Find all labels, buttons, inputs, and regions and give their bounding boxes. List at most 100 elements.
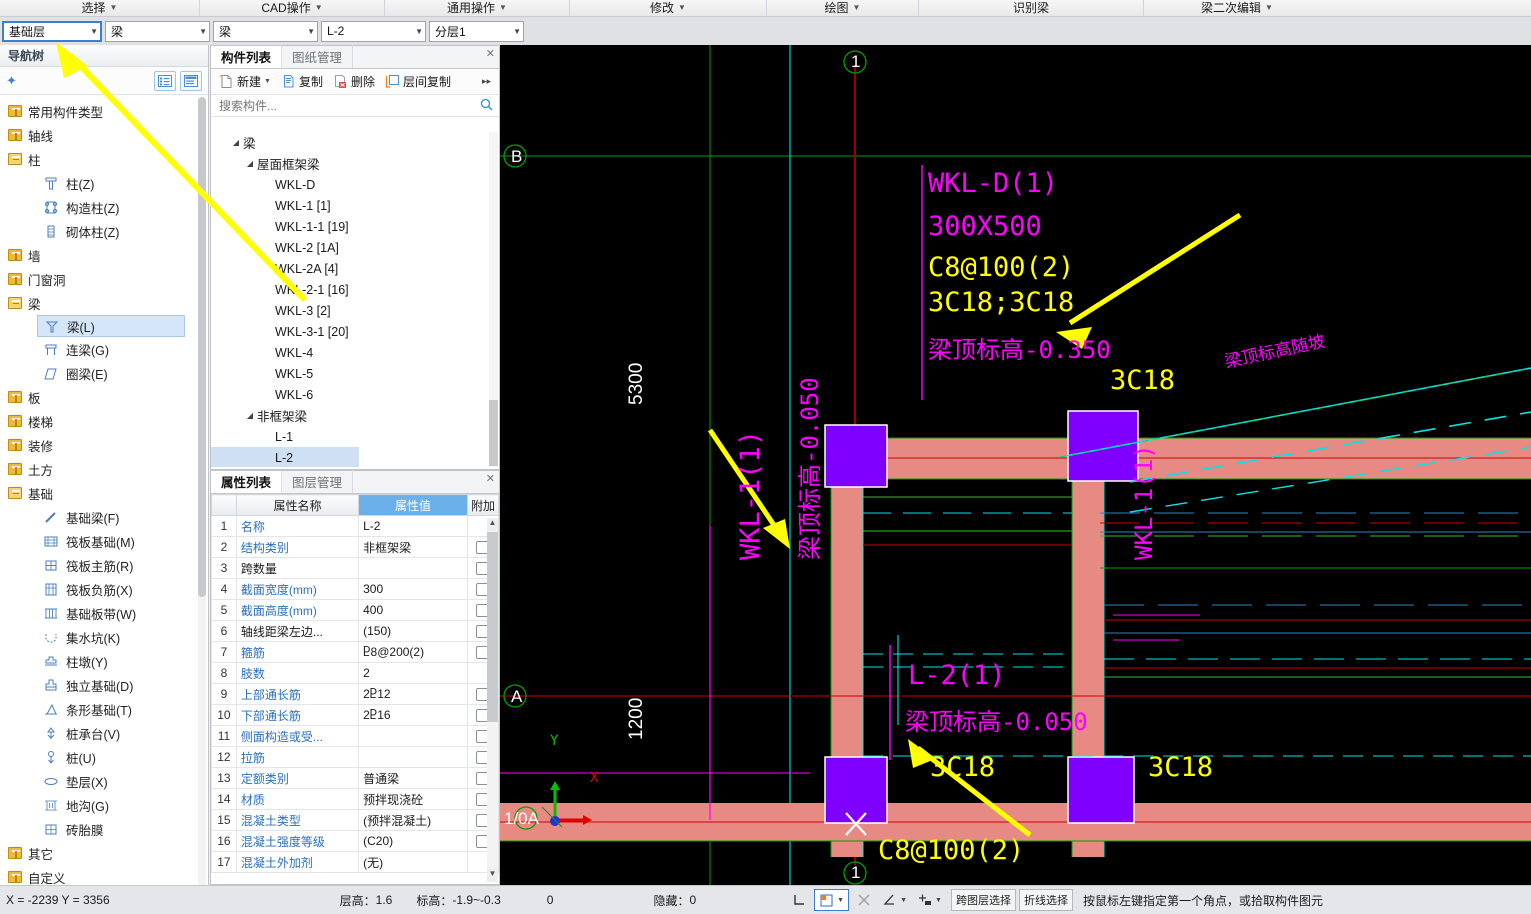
property-value[interactable]: 普通梁 [358,767,468,789]
property-value[interactable]: (C20) [358,830,468,852]
component-item[interactable]: WKL-2 [1A] [211,237,499,258]
component-item[interactable]: WKL-1-1 [19] [211,216,499,237]
sidebar-item-4[interactable]: 构造柱(Z) [0,195,208,219]
type-selector[interactable]: 梁 ▼ [213,20,318,42]
property-row[interactable]: 2 结构类别 非框架梁 [211,536,500,558]
sidebar-item-7[interactable]: 门窗洞 [0,267,208,291]
property-row[interactable]: 12 拉筋 [211,746,500,768]
menu-item-beam-secondary-edit[interactable]: 梁二次编辑 ▼ [1144,0,1330,16]
component-item[interactable]: WKL-2-1 [16] [211,279,499,300]
sidebar-item-0[interactable]: 常用构件类型 [0,99,208,123]
component-item[interactable]: WKL-3 [2] [211,300,499,321]
sidebar-item-18[interactable]: 筏板基础(M) [0,529,208,553]
property-row[interactable]: 6 轴线距梁左边... (150) [211,620,500,642]
property-row[interactable]: 4 截面宽度(mm) 300 [211,578,500,600]
menu-item-select[interactable]: 选择 ▼ [0,0,200,16]
sidebar-item-25[interactable]: 条形基础(T) [0,697,208,721]
sidebar-item-31[interactable]: 其它 [0,841,208,865]
menu-item-general-operation[interactable]: 通用操作 ▼ [385,0,570,16]
property-row[interactable]: 14 材质 预拌现浇砼 [211,788,500,810]
nav-scrollbar[interactable] [198,97,206,887]
component-item[interactable]: L-1 [211,426,499,447]
sidebar-item-26[interactable]: 桩承台(V) [0,721,208,745]
sidebar-item-30[interactable]: 砖胎膜 [0,817,208,841]
inter-floor-copy-button[interactable]: 层间复制 [381,71,455,92]
property-value[interactable]: 2 [358,662,468,684]
chevron-down-icon[interactable]: ▼ [264,78,271,85]
offset-button[interactable]: ▼ [914,889,945,911]
property-value[interactable]: (预拌混凝土) [358,809,468,831]
component-selector[interactable]: L-2 ▼ [321,20,426,42]
expand-triangle-icon[interactable]: ◢ [243,411,257,420]
property-value[interactable]: (150) [358,620,468,642]
property-row[interactable]: 13 定额类别 普通梁 [211,767,500,789]
detail-view-icon[interactable] [180,70,202,91]
component-search-bar[interactable] [211,95,499,117]
nav-scrollbar-thumb[interactable] [198,97,206,597]
sidebar-item-5[interactable]: 砌体柱(Z) [0,219,208,243]
component-group[interactable]: ◢ 屋面框架梁 [211,153,499,174]
property-value[interactable]: 非框架梁 [358,536,468,558]
menu-item-modify[interactable]: 修改 ▼ [570,0,767,16]
menu-item-identify-beam[interactable]: 识别梁 [919,0,1144,16]
expand-triangle-icon[interactable]: ◢ [229,138,243,147]
copy-component-button[interactable]: 复制 [277,71,327,92]
sidebar-item-6[interactable]: 墙 [0,243,208,267]
property-value[interactable]: 300 [358,578,468,600]
sidebar-item-10[interactable]: 连梁(G) [0,337,208,361]
sidebar-item-32[interactable]: 自定义 [0,865,208,885]
property-value[interactable]: 400 [358,599,468,621]
component-item[interactable]: WKL-D [211,174,499,195]
chevron-down-icon[interactable]: ▼ [933,897,942,904]
sidebar-item-9[interactable]: 梁(L) [37,315,185,337]
sidebar-item-29[interactable]: 地沟(G) [0,793,208,817]
cross-layer-select-button[interactable]: 跨图层选择 [950,889,1016,911]
intersect-button[interactable] [853,889,875,911]
property-value[interactable]: L-2 [358,515,468,537]
more-toolbar-button[interactable]: ▸▸ [478,74,495,89]
component-group[interactable]: ◢ 非框架梁 [211,405,499,426]
property-value[interactable] [358,725,468,747]
property-value[interactable]: 预拌现浇砼 [358,788,468,810]
ortho-button[interactable] [788,889,810,911]
polyline-select-button[interactable]: 折线选择 [1018,889,1073,911]
search-icon[interactable] [480,98,493,114]
sidebar-item-22[interactable]: 集水坑(K) [0,625,208,649]
sidebar-item-12[interactable]: 板 [0,385,208,409]
close-icon[interactable]: ✕ [486,472,495,485]
property-value[interactable]: 2Ⴒ16 [358,704,468,726]
sidebar-item-14[interactable]: 装修 [0,433,208,457]
properties-scrollbar[interactable]: ▲ ▼ [487,518,498,882]
component-item[interactable]: WKL-5 [211,363,499,384]
scroll-up-icon[interactable]: ▲ [487,518,498,531]
sidebar-item-21[interactable]: 基础板带(W) [0,601,208,625]
property-row[interactable]: 8 肢数 2 [211,662,500,684]
property-row[interactable]: 9 上部通长筋 2Ⴒ12 [211,683,500,705]
chevron-down-icon[interactable]: ▼ [834,897,844,904]
component-list-scrollbar[interactable] [489,132,498,467]
sidebar-item-19[interactable]: 筏板主筋(R) [0,553,208,577]
sidebar-item-17[interactable]: 基础梁(F) [0,505,208,529]
component-item[interactable]: WKL-6 [211,384,499,405]
sidebar-item-28[interactable]: 垫层(X) [0,769,208,793]
property-value[interactable]: 2Ⴒ12 [358,683,468,705]
magic-wand-icon[interactable]: ✦ [6,73,17,89]
navigation-tree[interactable]: 常用构件类型 轴线柱柱(Z) 构造柱(Z) 砌体柱(Z) 墙门窗洞梁梁(L) 连梁(G) 圈… [0,96,208,885]
cad-drawing-canvas[interactable]: WKL-D(1) 300X500 C8@100(2) 3C18;3C18 梁顶标高-0.… [500,45,1531,885]
property-row[interactable]: 3 跨数量 [211,557,500,579]
tab-layer-management[interactable]: 图层管理 [282,470,354,493]
sidebar-item-3[interactable]: 柱(Z) [0,171,208,195]
property-row[interactable]: 5 截面高度(mm) 400 [211,599,500,621]
properties-scrollbar-thumb[interactable] [487,532,498,722]
sidebar-item-20[interactable]: 筏板负筋(X) [0,577,208,601]
list-view-icon[interactable] [154,70,176,91]
top-menu-bar[interactable]: 选择 ▼ CAD操作 ▼ 通用操作 ▼ 修改 ▼ 绘图 ▼ 识别梁 梁二次编辑 … [0,0,1531,17]
sidebar-item-1[interactable]: 轴线 [0,123,208,147]
menu-item-draw[interactable]: 绘图 ▼ [767,0,919,16]
property-row[interactable]: 1 名称 L-2 [211,515,500,537]
scroll-down-icon[interactable]: ▼ [487,869,498,882]
sidebar-item-13[interactable]: 楼梯 [0,409,208,433]
category-selector[interactable]: 梁 ▼ [105,20,210,42]
property-row[interactable]: 17 混凝土外加剂 (无) [211,851,500,873]
expand-triangle-icon[interactable]: ◢ [243,159,257,168]
